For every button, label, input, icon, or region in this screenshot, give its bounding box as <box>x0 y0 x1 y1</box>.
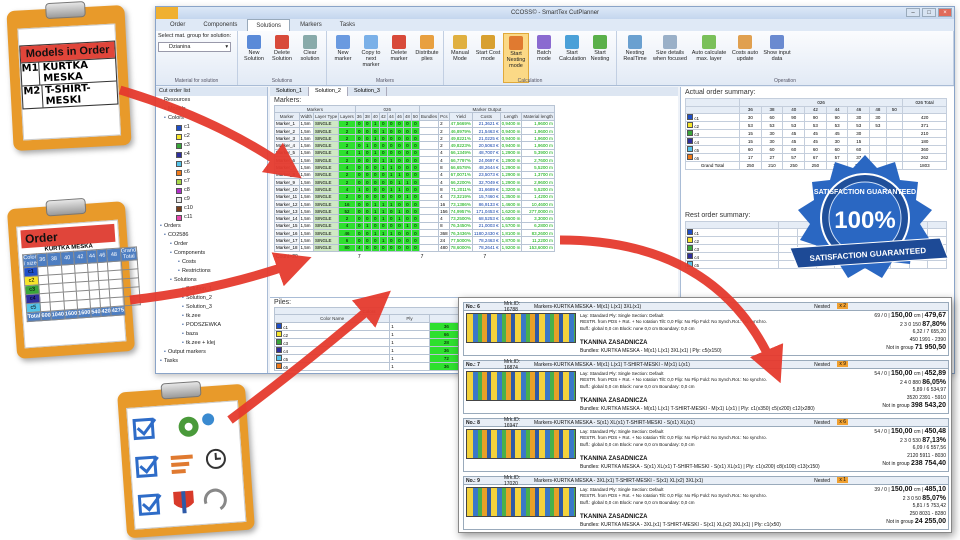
arrow-report <box>559 235 784 384</box>
arrow-order <box>129 252 312 305</box>
arrow-models <box>118 85 302 179</box>
annotation-arrows <box>118 85 784 424</box>
arrow-tasks <box>227 290 391 424</box>
